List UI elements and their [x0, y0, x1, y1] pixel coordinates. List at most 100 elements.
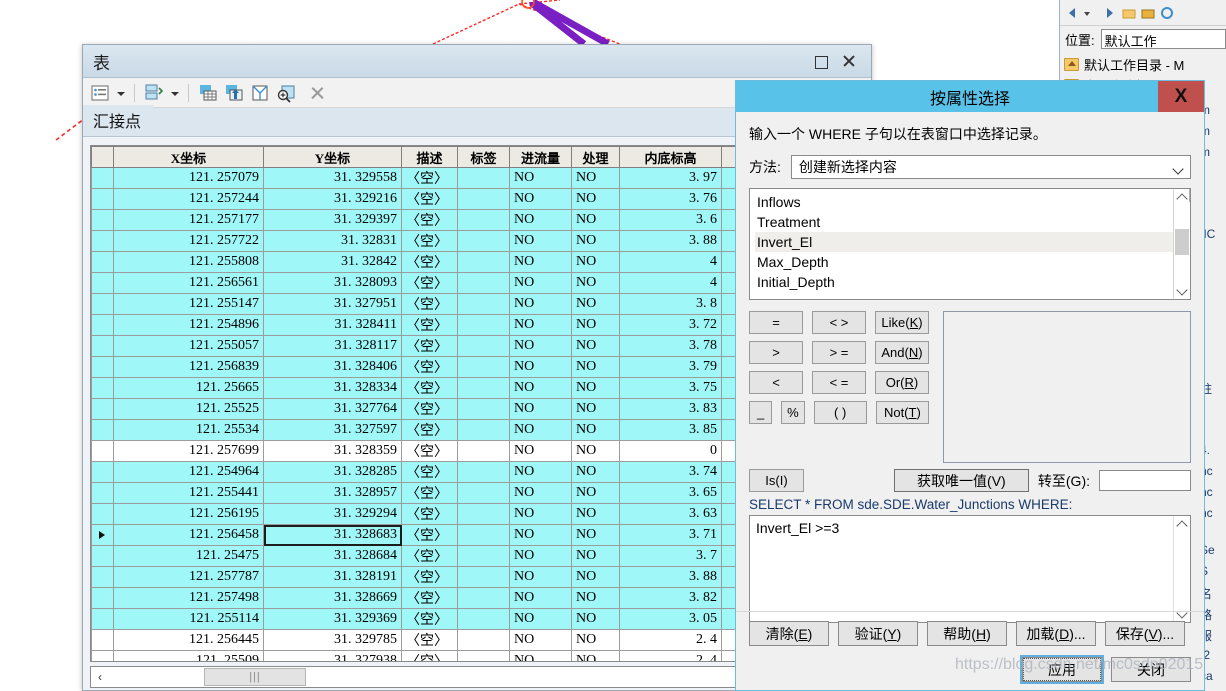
scroll-left-arrow[interactable]: ‹ [91, 667, 109, 687]
table-cell[interactable]: 〈空〉 [401, 272, 458, 294]
table-cell[interactable]: NO [571, 419, 620, 441]
table-cell[interactable]: 3. 97 [619, 167, 722, 189]
table-cell[interactable]: 〈空〉 [401, 650, 458, 661]
catalog-item-default-workspace[interactable]: 默认工作目录 - M [1064, 54, 1226, 75]
table-cell[interactable]: 121. 257079 [113, 167, 264, 189]
table-cell[interactable]: NO [571, 524, 620, 546]
field-list-toggle-icon[interactable]: ▾ [1189, 189, 1190, 202]
column-header[interactable]: 标签 [457, 146, 510, 168]
table-cell[interactable]: 31. 329397 [263, 209, 402, 231]
table-cell[interactable]: 121. 256458 [113, 524, 264, 546]
row-selector[interactable] [91, 398, 114, 420]
field-list-item[interactable]: Initial_Depth [755, 272, 1190, 292]
close-icon[interactable]: X [1158, 81, 1204, 112]
table-cell[interactable]: NO [509, 503, 572, 525]
table-cell[interactable] [457, 188, 510, 210]
row-selector[interactable] [91, 608, 114, 630]
table-cell[interactable]: NO [509, 335, 572, 357]
row-selector[interactable] [91, 503, 114, 525]
table-cell[interactable] [457, 482, 510, 504]
table-cell[interactable]: 31. 328406 [263, 356, 402, 378]
table-cell[interactable]: NO [509, 587, 572, 609]
table-cell[interactable]: 121. 25509 [113, 650, 264, 661]
dialog-button[interactable]: 帮助(H) [927, 621, 1007, 646]
table-cell[interactable]: 31. 328411 [263, 314, 402, 336]
table-cell[interactable]: 〈空〉 [401, 629, 458, 651]
table-row[interactable]: 121. 25772231. 32831〈空〉NONO3. 880. 92 [91, 230, 810, 252]
table-cell[interactable]: NO [509, 398, 572, 420]
table-cell[interactable]: 31. 328093 [263, 272, 402, 294]
row-selector[interactable] [91, 230, 114, 252]
table-cell[interactable] [457, 587, 510, 609]
table-cell[interactable]: 〈空〉 [401, 356, 458, 378]
table-cell[interactable]: NO [571, 167, 620, 189]
table-cell[interactable]: 31. 328684 [263, 545, 402, 567]
operator-button[interactable]: Or(R) [875, 371, 929, 394]
location-input[interactable]: 默认工作 [1100, 29, 1226, 49]
table-cell[interactable]: 31. 327951 [263, 293, 402, 315]
table-cell[interactable]: 〈空〉 [401, 503, 458, 525]
row-selector[interactable] [91, 188, 114, 210]
table-cell[interactable]: 31. 329369 [263, 608, 402, 630]
table-row[interactable]: 121. 25683931. 328406〈空〉NONO3. 791. 01 [91, 356, 810, 378]
table-cell[interactable]: 121. 257722 [113, 230, 264, 252]
table-cell[interactable]: 3. 74 [619, 461, 722, 483]
zoom-to-selected-icon[interactable] [275, 82, 297, 104]
table-cell[interactable]: 121. 255114 [113, 608, 264, 630]
row-selector[interactable] [91, 482, 114, 504]
row-selector[interactable] [91, 314, 114, 336]
table-cell[interactable]: NO [509, 230, 572, 252]
table-cell[interactable]: 3. 82 [619, 587, 722, 609]
operator-button[interactable]: ( ) [813, 401, 867, 424]
forward-arrow-icon[interactable] [1102, 5, 1118, 21]
operator-button[interactable]: % [781, 401, 805, 424]
table-cell[interactable]: 31. 327938 [263, 650, 402, 661]
table-cell[interactable] [457, 251, 510, 273]
table-cell[interactable]: 121. 256195 [113, 503, 264, 525]
table-cell[interactable]: NO [509, 167, 572, 189]
table-cell[interactable]: NO [571, 545, 620, 567]
table-cell[interactable]: 〈空〉 [401, 293, 458, 315]
table-cell[interactable]: 31. 327764 [263, 398, 402, 420]
table-options-icon[interactable] [89, 82, 111, 104]
unique-values-list[interactable] [943, 311, 1191, 463]
table-cell[interactable]: 3. 6 [619, 209, 722, 231]
table-cell[interactable] [457, 335, 510, 357]
clear-selection-icon[interactable] [307, 82, 327, 104]
table-cell[interactable]: 121. 256839 [113, 356, 264, 378]
table-cell[interactable]: 31. 328285 [263, 461, 402, 483]
close-button[interactable] [841, 53, 857, 69]
table-cell[interactable]: 0 [619, 440, 722, 462]
table-row[interactable]: 121. 25580831. 32842〈空〉NONO40. 8 [91, 251, 810, 273]
field-list-item[interactable]: Max_Depth [755, 252, 1190, 272]
row-selector[interactable] [91, 251, 114, 273]
row-selector[interactable] [91, 335, 114, 357]
table-body[interactable]: 121. 25707931. 329558〈空〉NONO3. 970. 8312… [91, 167, 810, 661]
table-cell[interactable]: 〈空〉 [401, 209, 458, 231]
table-cell[interactable]: 31. 329216 [263, 188, 402, 210]
table-cell[interactable]: NO [509, 377, 572, 399]
column-header[interactable]: Y坐标 [263, 146, 402, 168]
row-selector[interactable] [91, 650, 114, 661]
table-cell[interactable]: NO [571, 440, 620, 462]
table-cell[interactable]: NO [571, 629, 620, 651]
table-row[interactable]: 121. 25514731. 327951〈空〉NONO3. 81 [91, 293, 810, 315]
table-row[interactable]: 121. 25511431. 329369〈空〉NONO3. 051. 75 [91, 608, 810, 630]
table-row[interactable]: 121. 2553431. 327597〈空〉NONO3. 850. 95 [91, 419, 810, 441]
select-by-attributes-dialog[interactable]: 按属性选择 X 输入一个 WHERE 子句以在表窗口中选择记录。 方法: 创建新… [735, 80, 1205, 691]
table-cell[interactable]: 31. 32842 [263, 251, 402, 273]
table-cell[interactable]: 3. 71 [619, 524, 722, 546]
table-cell[interactable]: NO [571, 314, 620, 336]
table-cell[interactable] [457, 419, 510, 441]
table-cell[interactable]: 121. 257787 [113, 566, 264, 588]
goto-input[interactable] [1099, 470, 1191, 491]
table-cell[interactable]: NO [571, 461, 620, 483]
table-cell[interactable]: 〈空〉 [401, 440, 458, 462]
table-cell[interactable]: NO [509, 440, 572, 462]
operator-button[interactable]: = [749, 311, 803, 334]
table-row[interactable]: 121. 25496431. 328285〈空〉NONO3. 741. 06 [91, 461, 810, 483]
table-cell[interactable]: 121. 25534 [113, 419, 264, 441]
table-cell[interactable]: 〈空〉 [401, 608, 458, 630]
maximize-button[interactable] [813, 53, 829, 69]
column-header[interactable]: X坐标 [113, 146, 264, 168]
